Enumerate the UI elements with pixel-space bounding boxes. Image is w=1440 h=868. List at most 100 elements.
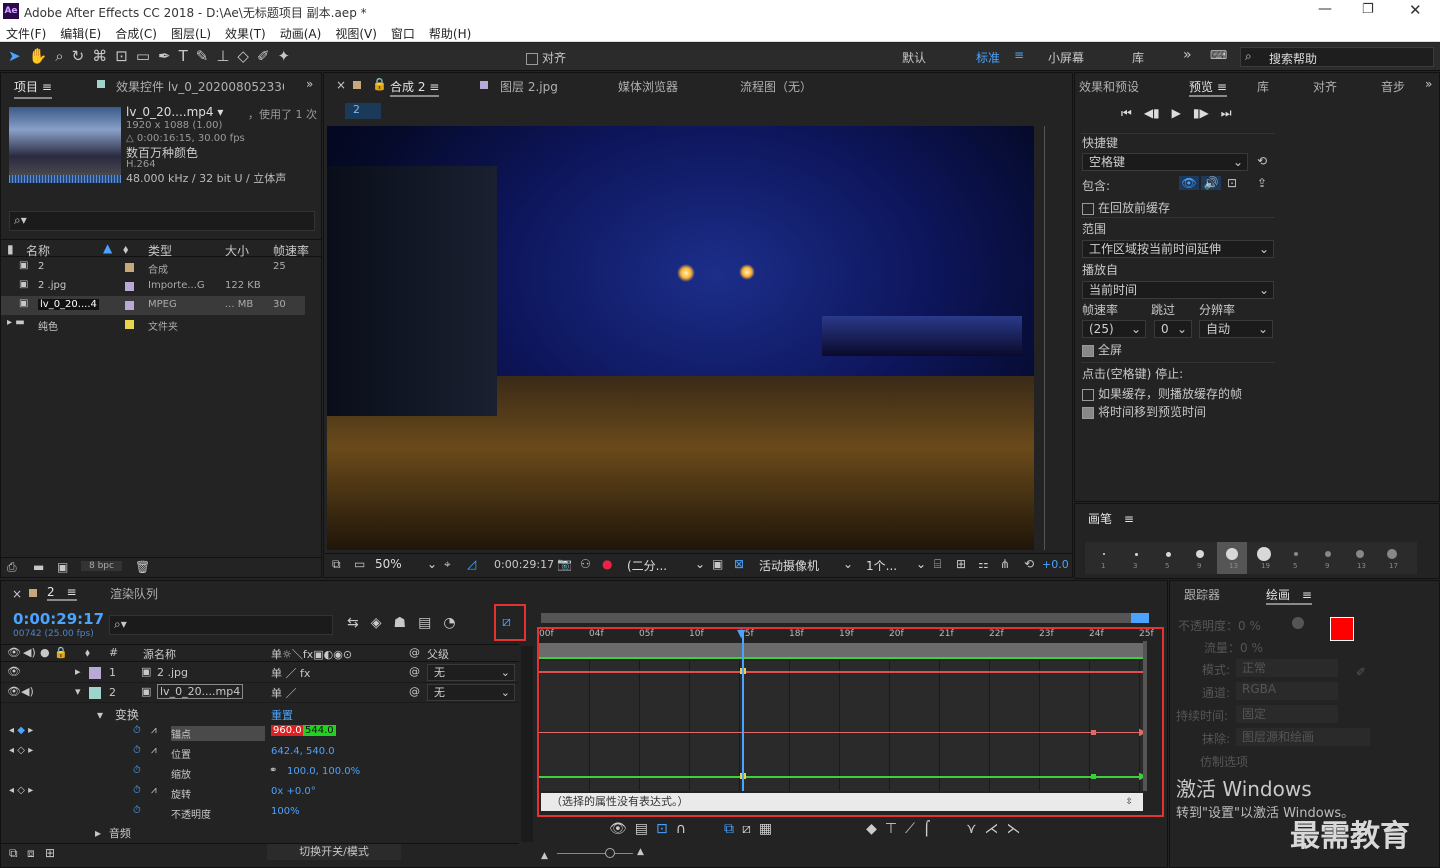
erase-dropdown[interactable]: 图层源和绘画 bbox=[1236, 728, 1370, 746]
tab-preview[interactable]: 预览 ≡ bbox=[1189, 78, 1227, 97]
source-name-column[interactable]: 源名称 bbox=[143, 646, 176, 662]
layer-switches-icon[interactable]: ⧈ bbox=[27, 846, 35, 861]
separate-dimensions-icon[interactable]: ▦ bbox=[759, 821, 772, 837]
shortcut-dropdown[interactable]: 空格键 ⌄ bbox=[1082, 153, 1248, 171]
layer-name[interactable]: lv_0_20....mp4 bbox=[157, 684, 244, 699]
workspace-small-screen[interactable]: 小屏幕 bbox=[1048, 49, 1084, 66]
workspace-standard[interactable]: 标准 bbox=[976, 49, 1000, 66]
timeline-icon[interactable]: ⚏ bbox=[978, 557, 989, 571]
parent-link-icon[interactable]: @ bbox=[409, 665, 420, 678]
project-item[interactable]: ▣ 2 合成 25 bbox=[1, 258, 305, 277]
graph-toggle-icon[interactable]: ⩘ bbox=[151, 785, 157, 796]
visibility-icon[interactable]: 👁 bbox=[7, 665, 21, 678]
tab-paint[interactable]: 绘画 ≡ bbox=[1266, 586, 1312, 605]
graph-toggle-icon[interactable]: ⩘ bbox=[151, 725, 157, 736]
resolution-dropdown[interactable]: 自动 ⌄ bbox=[1199, 320, 1273, 338]
type-tool-icon[interactable]: T bbox=[179, 47, 188, 65]
layer-switches[interactable]: 单 ／ bbox=[271, 685, 297, 701]
keyframe-nav-icon[interactable]: ◂ ◇ ▸ bbox=[9, 785, 33, 796]
motion-blur-icon[interactable]: ◔ bbox=[443, 615, 455, 631]
zoom-dropdown[interactable]: 50% ⌄ bbox=[375, 557, 437, 573]
tab-audio[interactable]: 音步 bbox=[1381, 78, 1405, 95]
brush-tip[interactable]: 1 bbox=[1089, 542, 1119, 574]
bit-depth-button[interactable]: 8 bpc bbox=[81, 561, 122, 571]
toggle-pixel-icon[interactable]: ⌸ bbox=[934, 557, 941, 572]
property-value-x[interactable]: 960.0 bbox=[271, 725, 304, 736]
snap-icon[interactable]: ∩ bbox=[676, 821, 686, 837]
stopwatch-icon[interactable]: ⏱ bbox=[133, 725, 141, 736]
property-value-y[interactable]: 544.0 bbox=[303, 725, 336, 736]
tab-library[interactable]: 库 bbox=[1257, 78, 1269, 95]
brush-tip[interactable]: 17 bbox=[1377, 542, 1407, 574]
cache-before-option[interactable]: 在回放前缓存 bbox=[1082, 199, 1170, 216]
tab-composition[interactable]: 合成 2 ≡ bbox=[390, 78, 440, 97]
pan-behind-tool-icon[interactable]: ⊡ bbox=[115, 47, 128, 65]
transform-box-icon[interactable]: ⊡ bbox=[656, 821, 668, 837]
brush-tip[interactable]: 3 bbox=[1121, 542, 1151, 574]
auto-bezier-icon[interactable]: ⌠ bbox=[923, 821, 930, 837]
menu-composition[interactable]: 合成(C) bbox=[115, 25, 157, 42]
menu-animation[interactable]: 动画(A) bbox=[280, 25, 322, 42]
menu-layer[interactable]: 图层(L) bbox=[171, 25, 211, 42]
current-time-indicator[interactable] bbox=[742, 631, 744, 791]
flowchart-icon[interactable]: ⋔ bbox=[1000, 557, 1010, 571]
interpret-footage-icon[interactable]: ⎙ bbox=[7, 560, 17, 575]
transform-twirl[interactable]: ▾ 变换 bbox=[97, 706, 139, 723]
property-row[interactable]: ◂ ◇ ▸ ⏱ ⩘ 位置 642.4, 540.0 bbox=[1, 743, 519, 763]
fps-dropdown[interactable]: (25) ⌄ bbox=[1082, 320, 1146, 338]
parent-dropdown[interactable]: 无 ⌄ bbox=[427, 664, 515, 681]
graph-scroll[interactable] bbox=[1143, 641, 1147, 791]
brush-tip[interactable]: 13 bbox=[1217, 542, 1247, 574]
frame-blending-icon[interactable]: ▤ bbox=[418, 615, 431, 631]
layer-switches[interactable]: 单 ／ fx bbox=[271, 665, 310, 681]
graph-toggle-icon[interactable]: ⩘ bbox=[151, 745, 157, 756]
tab-tracker[interactable]: 跟踪器 bbox=[1184, 586, 1220, 603]
stop-option-cached[interactable]: 如果缓存，则播放缓存的帧 bbox=[1082, 385, 1242, 402]
brush-tip[interactable]: 9 bbox=[1313, 542, 1343, 574]
parent-dropdown[interactable]: 无 ⌄ bbox=[427, 684, 515, 701]
range-dropdown[interactable]: 工作区域按当前时间延伸 ⌄ bbox=[1082, 240, 1274, 258]
visibility-icon[interactable]: 👁 bbox=[7, 685, 21, 698]
last-frame-icon[interactable]: ⏭ bbox=[1221, 106, 1232, 121]
footage-name[interactable]: lv_0_20....mp4 ▾ bbox=[126, 105, 223, 119]
fast-preview-icon[interactable]: ⊞ bbox=[956, 557, 966, 571]
eraser-tool-icon[interactable]: ◇ bbox=[237, 47, 249, 65]
prev-frame-icon[interactable]: ◀▮ bbox=[1144, 106, 1160, 121]
time-indicator-head-icon[interactable]: ▼ bbox=[737, 627, 745, 640]
toggle-switches-modes[interactable]: 切换开关/模式 bbox=[267, 844, 401, 860]
channels-icon[interactable]: ● bbox=[602, 557, 612, 571]
rotate-tool-icon[interactable]: ↻ bbox=[72, 47, 85, 65]
brush-tip[interactable]: 13 bbox=[1345, 542, 1375, 574]
close-tab-icon[interactable]: × bbox=[336, 78, 346, 92]
keyframe-nav-icon[interactable]: ◂ ◆ ▸ bbox=[9, 725, 33, 736]
workspace-overflow-icon[interactable]: » bbox=[1183, 47, 1192, 63]
comp-settings-icon[interactable]: ⧉ bbox=[9, 846, 18, 861]
menu-help[interactable]: 帮助(H) bbox=[429, 25, 471, 42]
work-area-bar[interactable] bbox=[541, 613, 1149, 623]
stopwatch-icon[interactable]: ⏱ bbox=[133, 745, 141, 756]
reset-exposure-icon[interactable]: ⟲ bbox=[1024, 557, 1034, 571]
tab-effects-presets[interactable]: 效果和预设 bbox=[1079, 78, 1139, 95]
fit-selection-icon[interactable]: ⧉ bbox=[724, 821, 734, 837]
rectangle-tool-icon[interactable]: ▭ bbox=[136, 47, 150, 65]
fit-all-icon[interactable]: ⧄ bbox=[742, 821, 751, 837]
property-row[interactable]: ⏱ 缩放 ⚭ 100.0, 100.0% bbox=[1, 763, 519, 783]
twirl-icon[interactable]: ▾ bbox=[75, 685, 81, 698]
project-item[interactable]: ▣ lv_0_20....4 MPEG ... MB 30 bbox=[1, 296, 305, 315]
mode-dropdown[interactable]: 正常 bbox=[1236, 659, 1338, 677]
new-comp-icon[interactable]: ▣ bbox=[57, 560, 68, 574]
panel-overflow-icon[interactable]: » bbox=[1425, 77, 1432, 91]
timeline-timecode[interactable]: 0:00:29:17 bbox=[13, 610, 104, 628]
property-value[interactable]: 100.0, 100.0% bbox=[287, 766, 360, 777]
tab-flowchart[interactable]: 流程图（无） bbox=[740, 78, 812, 95]
comp-breadcrumb[interactable]: 2 bbox=[345, 103, 381, 119]
mask-visibility-icon[interactable]: ◿ bbox=[467, 557, 476, 571]
new-folder-icon[interactable]: ▬ bbox=[33, 560, 44, 574]
camera-dropdown[interactable]: 活动摄像机 ⌄ bbox=[759, 557, 855, 574]
menu-edit[interactable]: 编辑(E) bbox=[60, 25, 101, 42]
brush-tip[interactable]: 19 bbox=[1249, 542, 1279, 574]
foreground-color-swatch[interactable] bbox=[1330, 617, 1354, 641]
maximize-icon[interactable]: ❐ bbox=[1362, 2, 1374, 17]
resolution-dropdown[interactable]: (二分... ⌄ bbox=[627, 557, 705, 574]
tab-render-queue[interactable]: 渲染队列 bbox=[110, 585, 158, 602]
